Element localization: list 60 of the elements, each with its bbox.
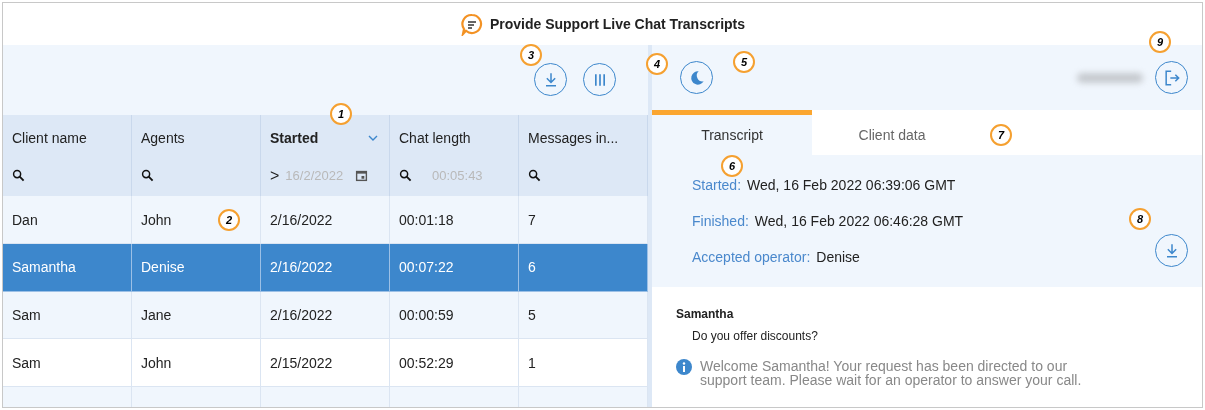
table-cell: 1 bbox=[528, 354, 536, 371]
column-header[interactable]: Messages in... bbox=[528, 129, 619, 146]
table-cell: 00:01:18 bbox=[399, 211, 454, 228]
search-icon[interactable] bbox=[528, 169, 541, 183]
search-icon[interactable] bbox=[399, 169, 412, 183]
callout-badge: 8 bbox=[1129, 208, 1151, 231]
system-message: Welcome Samantha! Your request has been directed to our support team. Please wait for an operator to answer your call. bbox=[700, 359, 1083, 387]
message-author: Samantha bbox=[676, 307, 735, 321]
table-cell: Dan bbox=[12, 211, 38, 228]
callout-badge: 5 bbox=[733, 51, 755, 74]
table-cell: 2/15/2022 bbox=[270, 354, 333, 371]
message-text: Do you offer discounts? bbox=[691, 329, 819, 343]
table-cell: 00:52:29 bbox=[399, 354, 454, 371]
callout-badge: 2 bbox=[218, 209, 240, 232]
callout-badge: 7 bbox=[990, 124, 1012, 147]
date-filter-field[interactable]: 16/2/2022 bbox=[285, 168, 350, 184]
field-value: Wed, 16 Feb 2022 06:39:06 GMT bbox=[747, 176, 956, 193]
search-icon[interactable] bbox=[12, 169, 25, 183]
table-cell: Sam bbox=[12, 307, 41, 323]
column-header[interactable]: Client name bbox=[12, 129, 87, 146]
field-label: Started: bbox=[692, 176, 742, 193]
table-row[interactable]: Dan John 2 2/16/2022 00:01:18 7 bbox=[3, 196, 648, 244]
filter-operator[interactable]: > bbox=[270, 166, 280, 185]
field-label: Accepted operator: bbox=[692, 248, 811, 265]
table-cell: 00:07:22 bbox=[399, 259, 454, 276]
table-cell: 6 bbox=[528, 259, 536, 276]
table-cell: Samantha bbox=[12, 259, 76, 276]
filter-field[interactable]: 00:05:43 bbox=[432, 168, 502, 184]
callout-badge: 3 bbox=[520, 44, 542, 67]
table-cell: 00:00:59 bbox=[399, 307, 454, 323]
calendar-icon[interactable] bbox=[355, 169, 369, 183]
table-cell: 2/16/2022 bbox=[270, 211, 333, 228]
callout-badge: 9 bbox=[1149, 31, 1171, 54]
table-row[interactable]: Samantha Denise 2/16/2022 00:07:22 6 bbox=[3, 243, 648, 292]
table-row[interactable]: Sam John 2/15/2022 00:52:29 1 bbox=[3, 339, 648, 388]
table-cell: 5 bbox=[528, 307, 536, 323]
column-header[interactable]: Started bbox=[270, 129, 319, 146]
field-label: Finished: bbox=[692, 212, 749, 229]
window-title: Provide Support Live Chat Transcripts bbox=[489, 16, 746, 32]
sort-caret-icon[interactable] bbox=[368, 134, 378, 141]
search-icon[interactable] bbox=[141, 169, 154, 183]
blurred-username bbox=[1077, 72, 1143, 83]
callout-badge: 1 bbox=[330, 102, 352, 125]
table-cell: 2/16/2022 bbox=[270, 307, 333, 323]
table-cell: John bbox=[141, 211, 172, 228]
callout-badge: 4 bbox=[646, 53, 668, 76]
table-cell: Sam bbox=[12, 354, 41, 371]
column-header[interactable]: Agents bbox=[141, 129, 185, 146]
chat-logo-icon bbox=[459, 12, 484, 36]
info-icon bbox=[676, 359, 692, 375]
table-row[interactable]: Sam Jane 2/16/2022 00:00:59 5 bbox=[3, 291, 648, 340]
table-cell: Denise bbox=[141, 259, 185, 276]
table-cell: 7 bbox=[528, 211, 536, 228]
field-value: Wed, 16 Feb 2022 06:46:28 GMT bbox=[754, 212, 964, 229]
table-cell: John bbox=[141, 354, 172, 371]
field-value: Denise bbox=[816, 248, 860, 265]
table-cell: 2/16/2022 bbox=[270, 259, 333, 276]
tab[interactable]: Transcript bbox=[652, 110, 812, 155]
table-cell: Jane bbox=[141, 307, 172, 323]
column-header[interactable]: Chat length bbox=[399, 129, 471, 146]
